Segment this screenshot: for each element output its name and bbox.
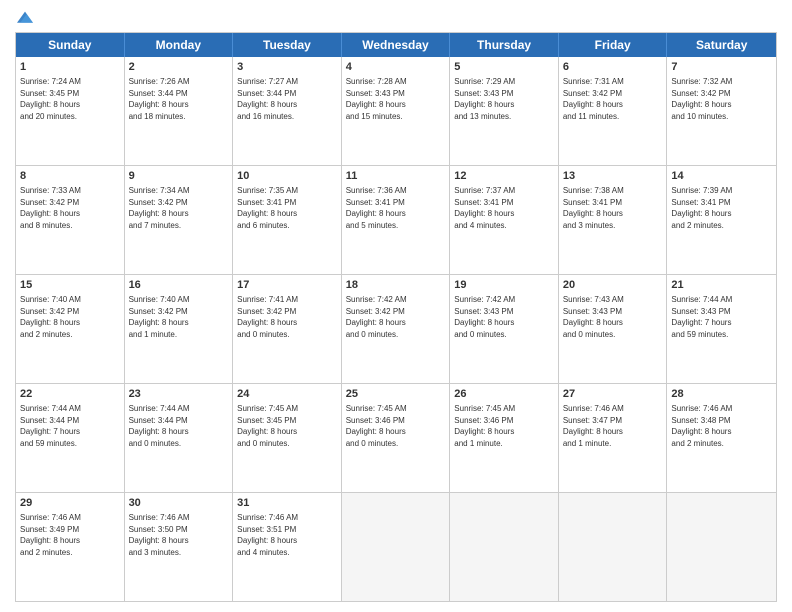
header-day-thursday: Thursday: [450, 33, 559, 57]
calendar-cell: 29Sunrise: 7:46 AM Sunset: 3:49 PM Dayli…: [16, 493, 125, 601]
calendar-cell: 1Sunrise: 7:24 AM Sunset: 3:45 PM Daylig…: [16, 57, 125, 165]
calendar-cell: 18Sunrise: 7:42 AM Sunset: 3:42 PM Dayli…: [342, 275, 451, 383]
calendar-row: 15Sunrise: 7:40 AM Sunset: 3:42 PM Dayli…: [16, 274, 776, 383]
header-day-friday: Friday: [559, 33, 668, 57]
calendar-cell: 22Sunrise: 7:44 AM Sunset: 3:44 PM Dayli…: [16, 384, 125, 492]
logo-icon: [17, 10, 33, 26]
calendar-cell: 6Sunrise: 7:31 AM Sunset: 3:42 PM Daylig…: [559, 57, 668, 165]
calendar-cell: [450, 493, 559, 601]
header-day-sunday: Sunday: [16, 33, 125, 57]
calendar-cell: 15Sunrise: 7:40 AM Sunset: 3:42 PM Dayli…: [16, 275, 125, 383]
calendar-cell: 27Sunrise: 7:46 AM Sunset: 3:47 PM Dayli…: [559, 384, 668, 492]
calendar-cell: 25Sunrise: 7:45 AM Sunset: 3:46 PM Dayli…: [342, 384, 451, 492]
calendar-cell: [559, 493, 668, 601]
calendar-cell: 9Sunrise: 7:34 AM Sunset: 3:42 PM Daylig…: [125, 166, 234, 274]
calendar-cell: 31Sunrise: 7:46 AM Sunset: 3:51 PM Dayli…: [233, 493, 342, 601]
calendar-cell: [667, 493, 776, 601]
calendar-cell: 8Sunrise: 7:33 AM Sunset: 3:42 PM Daylig…: [16, 166, 125, 274]
calendar-cell: [342, 493, 451, 601]
header-day-monday: Monday: [125, 33, 234, 57]
calendar-cell: 2Sunrise: 7:26 AM Sunset: 3:44 PM Daylig…: [125, 57, 234, 165]
calendar-row: 1Sunrise: 7:24 AM Sunset: 3:45 PM Daylig…: [16, 57, 776, 165]
header-day-saturday: Saturday: [667, 33, 776, 57]
calendar-cell: 12Sunrise: 7:37 AM Sunset: 3:41 PM Dayli…: [450, 166, 559, 274]
header-day-wednesday: Wednesday: [342, 33, 451, 57]
calendar-cell: 16Sunrise: 7:40 AM Sunset: 3:42 PM Dayli…: [125, 275, 234, 383]
calendar-cell: 4Sunrise: 7:28 AM Sunset: 3:43 PM Daylig…: [342, 57, 451, 165]
header: [15, 10, 777, 26]
calendar-cell: 30Sunrise: 7:46 AM Sunset: 3:50 PM Dayli…: [125, 493, 234, 601]
calendar-header: SundayMondayTuesdayWednesdayThursdayFrid…: [16, 33, 776, 57]
calendar-row: 8Sunrise: 7:33 AM Sunset: 3:42 PM Daylig…: [16, 165, 776, 274]
calendar-body: 1Sunrise: 7:24 AM Sunset: 3:45 PM Daylig…: [16, 57, 776, 601]
calendar-cell: 23Sunrise: 7:44 AM Sunset: 3:44 PM Dayli…: [125, 384, 234, 492]
calendar-cell: 20Sunrise: 7:43 AM Sunset: 3:43 PM Dayli…: [559, 275, 668, 383]
header-day-tuesday: Tuesday: [233, 33, 342, 57]
calendar-cell: 7Sunrise: 7:32 AM Sunset: 3:42 PM Daylig…: [667, 57, 776, 165]
calendar-cell: 5Sunrise: 7:29 AM Sunset: 3:43 PM Daylig…: [450, 57, 559, 165]
calendar-cell: 26Sunrise: 7:45 AM Sunset: 3:46 PM Dayli…: [450, 384, 559, 492]
calendar-cell: 28Sunrise: 7:46 AM Sunset: 3:48 PM Dayli…: [667, 384, 776, 492]
logo: [15, 10, 33, 26]
calendar-cell: 11Sunrise: 7:36 AM Sunset: 3:41 PM Dayli…: [342, 166, 451, 274]
calendar-row: 22Sunrise: 7:44 AM Sunset: 3:44 PM Dayli…: [16, 383, 776, 492]
calendar-cell: 10Sunrise: 7:35 AM Sunset: 3:41 PM Dayli…: [233, 166, 342, 274]
calendar-cell: 21Sunrise: 7:44 AM Sunset: 3:43 PM Dayli…: [667, 275, 776, 383]
calendar-cell: 17Sunrise: 7:41 AM Sunset: 3:42 PM Dayli…: [233, 275, 342, 383]
calendar-cell: 3Sunrise: 7:27 AM Sunset: 3:44 PM Daylig…: [233, 57, 342, 165]
calendar-cell: 19Sunrise: 7:42 AM Sunset: 3:43 PM Dayli…: [450, 275, 559, 383]
page: SundayMondayTuesdayWednesdayThursdayFrid…: [0, 0, 792, 612]
calendar-cell: 13Sunrise: 7:38 AM Sunset: 3:41 PM Dayli…: [559, 166, 668, 274]
calendar: SundayMondayTuesdayWednesdayThursdayFrid…: [15, 32, 777, 602]
calendar-row: 29Sunrise: 7:46 AM Sunset: 3:49 PM Dayli…: [16, 492, 776, 601]
calendar-cell: 14Sunrise: 7:39 AM Sunset: 3:41 PM Dayli…: [667, 166, 776, 274]
calendar-cell: 24Sunrise: 7:45 AM Sunset: 3:45 PM Dayli…: [233, 384, 342, 492]
